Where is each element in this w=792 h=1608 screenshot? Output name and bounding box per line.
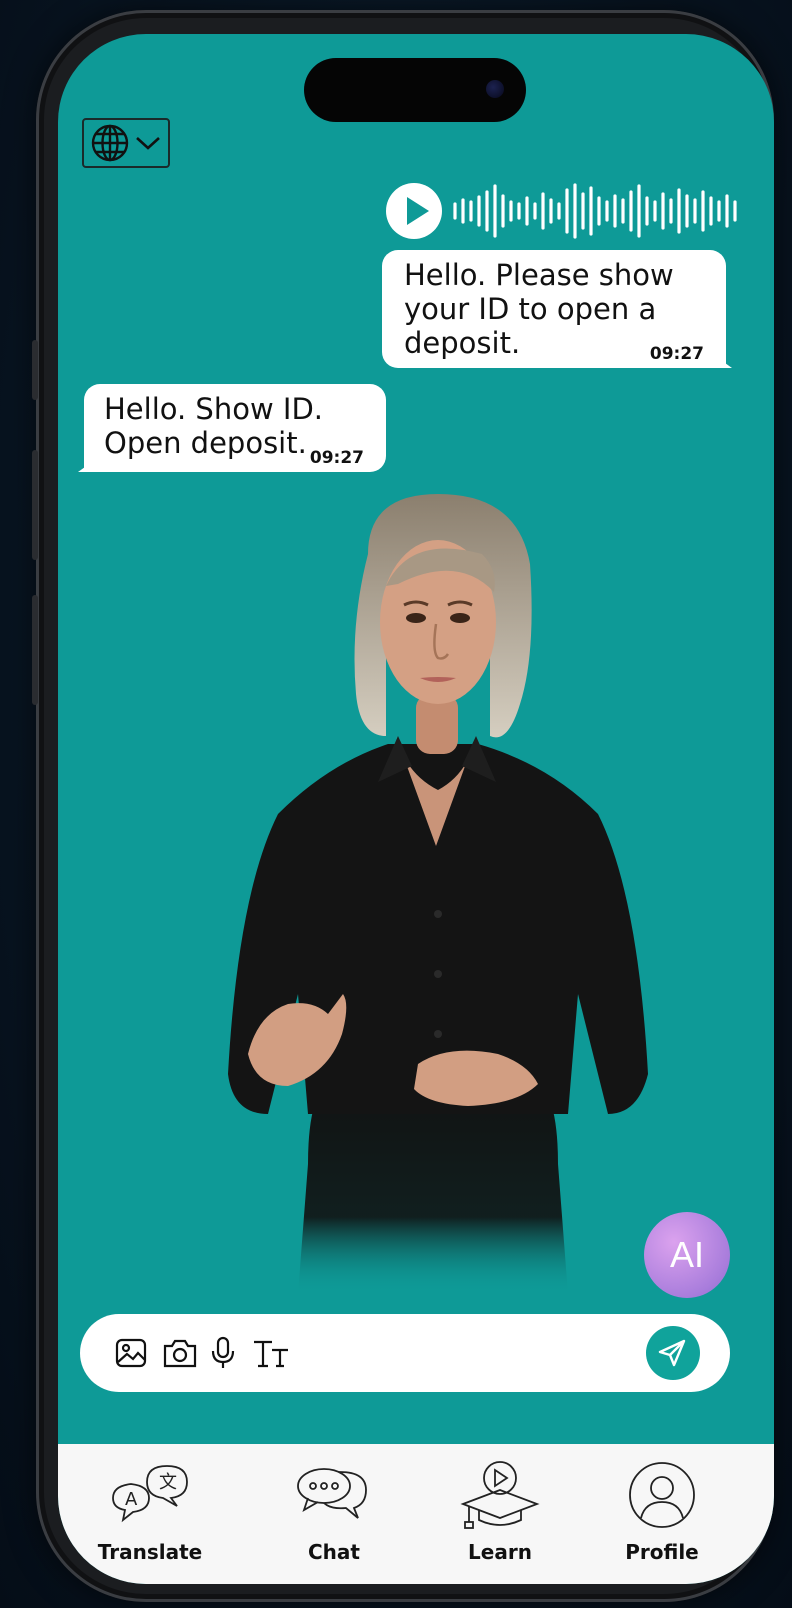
volume-down-button bbox=[32, 595, 38, 705]
front-camera bbox=[486, 80, 504, 98]
volume-up-button bbox=[32, 450, 38, 560]
chat-icon bbox=[297, 1468, 367, 1519]
app-screen: Hello. Please show your ID to open a dep… bbox=[58, 34, 774, 1584]
outgoing-message-bubble: Hello. Please show your ID to open a dep… bbox=[382, 250, 732, 368]
tab-learn[interactable]: Learn bbox=[430, 1460, 570, 1564]
message-input-bar[interactable] bbox=[80, 1314, 730, 1392]
tab-label: Chat bbox=[308, 1540, 360, 1564]
dynamic-island bbox=[304, 58, 526, 122]
waveform-icon bbox=[453, 183, 737, 239]
message-time: 09:27 bbox=[309, 448, 364, 468]
ai-assistant-button[interactable]: AI bbox=[644, 1212, 730, 1298]
translate-icon: A 文 bbox=[112, 1465, 188, 1523]
tab-translate[interactable]: A 文 Translate bbox=[80, 1460, 220, 1564]
profile-icon bbox=[629, 1462, 695, 1528]
incoming-message-bubble: Hello. Show ID. Open deposit. 09:27 bbox=[78, 384, 386, 472]
microphone-icon[interactable] bbox=[210, 1336, 236, 1370]
image-icon[interactable] bbox=[114, 1336, 150, 1370]
sign-language-avatar bbox=[228, 494, 648, 1294]
play-icon[interactable] bbox=[386, 183, 442, 239]
tab-chat[interactable]: Chat bbox=[264, 1460, 404, 1564]
message-time: 09:27 bbox=[649, 344, 704, 364]
bottom-tab-bar: A 文 Translate Chat Learn Profile bbox=[58, 1444, 774, 1584]
tab-label: Translate bbox=[97, 1540, 203, 1564]
text-size-icon[interactable] bbox=[252, 1336, 292, 1370]
tab-label: Learn bbox=[468, 1540, 532, 1564]
mute-switch bbox=[32, 340, 38, 400]
svg-text:文: 文 bbox=[159, 1472, 177, 1493]
learn-icon bbox=[460, 1461, 540, 1529]
language-selector[interactable] bbox=[82, 118, 170, 168]
send-icon bbox=[658, 1339, 686, 1367]
tab-label: Profile bbox=[625, 1540, 699, 1564]
chevron-down-icon bbox=[136, 137, 160, 150]
tab-profile[interactable]: Profile bbox=[592, 1460, 732, 1564]
globe-icon bbox=[91, 124, 129, 162]
voice-message bbox=[386, 182, 746, 240]
send-button[interactable] bbox=[646, 1326, 700, 1380]
camera-icon[interactable] bbox=[162, 1336, 198, 1370]
svg-text:A: A bbox=[125, 1489, 138, 1510]
